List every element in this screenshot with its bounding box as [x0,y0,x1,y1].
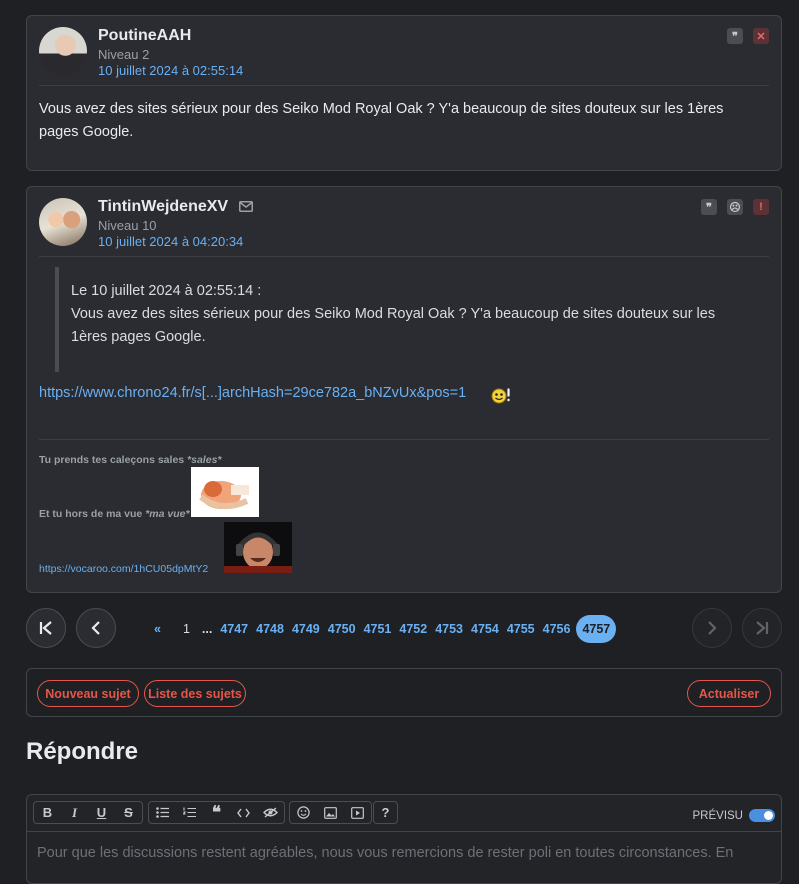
page-link[interactable]: 4748 [252,622,288,636]
signature-line: Tu prends tes caleçons sales *sales* [39,454,222,466]
page-link[interactable]: 4752 [395,622,431,636]
first-page-button[interactable] [26,608,66,648]
signature-divider [39,439,769,440]
signature-emphasis: *ma vue* [145,508,190,520]
preview-label: PRÉVISU [692,809,744,822]
media-toolbar-group [289,801,372,824]
signature-link[interactable]: https://vocaroo.com/1hCU05dpMtY2 [39,563,208,575]
smiley-icon [491,387,511,404]
spoiler-icon[interactable] [257,802,284,823]
signature-text: Tu prends tes caleçons sales [39,454,188,466]
quote-header: Le 10 juillet 2024 à 02:55:14 : [71,283,262,299]
first-page-icon [39,621,52,635]
quote-icon[interactable]: ❞ [701,199,717,215]
post-card: TintinWejdeneXV Niveau 10 10 juillet 202… [26,186,782,593]
post-date[interactable]: 10 juillet 2024 à 02:55:14 [98,63,243,78]
refresh-button[interactable]: Actualiser [687,680,771,707]
italic-button[interactable]: I [61,802,88,823]
image-icon[interactable] [317,802,344,823]
page-link[interactable]: 1 [179,622,194,636]
format-toolbar-group: B I U S [33,801,143,824]
post-content: Vous avez des sites sérieux pour des Sei… [39,101,724,140]
divider [39,85,769,86]
delete-icon[interactable]: ✕ [753,28,769,44]
last-page-button [742,608,782,648]
post-card: PoutineAAH Niveau 2 10 juillet 2024 à 02… [26,15,782,171]
video-icon[interactable] [344,802,371,823]
bullet-list-icon[interactable] [149,802,176,823]
help-button[interactable]: ? [374,802,397,823]
mail-icon[interactable] [239,201,253,212]
quote-block: Le 10 juillet 2024 à 02:55:14 : Vous ave… [55,267,735,372]
post-date[interactable]: 10 juillet 2024 à 04:20:34 [98,234,243,249]
list-toolbar-group: ❝ [148,801,285,824]
signature-text: Et tu hors de ma vue [39,508,146,520]
message-textarea[interactable]: Pour que les discussions restent agréabl… [37,845,733,861]
block-user-icon[interactable]: ☹ [727,199,743,215]
signature-image[interactable] [191,467,259,517]
new-topic-button[interactable]: Nouveau sujet [37,680,139,707]
page-link[interactable]: 4751 [360,622,396,636]
topic-actions-bar: Nouveau sujet Liste des sujets Actualise… [26,668,782,717]
editor-divider [27,831,781,832]
quote-icon[interactable]: ❞ [727,28,743,44]
prev-page-button[interactable] [76,608,116,648]
signature-line: Et tu hors de ma vue *ma vue* [39,508,190,520]
post-level: Niveau 10 [98,218,157,233]
avatar[interactable] [39,27,87,75]
report-icon[interactable]: ! [753,199,769,215]
next-page-button [692,608,732,648]
signature-image[interactable] [224,522,292,573]
last-page-icon [756,621,769,635]
chevron-left-icon [91,621,100,635]
toggle-switch[interactable] [749,809,775,822]
strikethrough-button[interactable]: S [115,802,142,823]
topic-list-button[interactable]: Liste des sujets [144,680,246,707]
page-link[interactable]: 4754 [467,622,503,636]
page-link[interactable]: 4756 [539,622,575,636]
page-link[interactable]: 4750 [324,622,360,636]
signature-emphasis: *sales* [187,454,222,466]
page-link[interactable]: 4747 [216,622,252,636]
prev-all-link[interactable]: « [150,622,165,636]
post-username[interactable]: PoutineAAH [98,27,191,45]
quote-format-icon[interactable]: ❝ [203,802,230,823]
post-level: Niveau 2 [98,47,150,62]
pagination-ellipsis: ... [201,621,213,636]
avatar[interactable] [39,198,87,246]
current-page: 4757 [576,614,617,643]
code-icon[interactable] [230,802,257,823]
post-username[interactable]: TintinWejdeneXV [98,198,228,216]
emoji-icon[interactable] [290,802,317,823]
post-actions: ❞ ☹ ! [701,199,769,215]
reply-heading: Répondre [26,738,139,765]
post-link[interactable]: https://www.chrono24.fr/s[...]archHash=2… [39,385,466,401]
divider [39,256,769,257]
underline-button[interactable]: U [88,802,115,823]
preview-toggle[interactable]: PRÉVISU [692,809,775,822]
post-actions: ❞ ✕ [727,28,769,44]
page-link[interactable]: 4753 [431,622,467,636]
chevron-right-icon [708,621,717,635]
quote-text: Vous avez des sites sérieux pour des Sei… [71,306,716,345]
bold-button[interactable]: B [34,802,61,823]
help-toolbar-group: ? [373,801,398,824]
numbered-list-icon[interactable] [176,802,203,823]
reply-editor: B I U S ❝ ? PRÉVISU Pour que les discuss… [26,794,782,884]
pagination: « 1 ... 4747 4748 4749 4750 4751 4752 47… [150,614,617,643]
page-link[interactable]: 4755 [503,622,539,636]
page-link[interactable]: 4749 [288,622,324,636]
